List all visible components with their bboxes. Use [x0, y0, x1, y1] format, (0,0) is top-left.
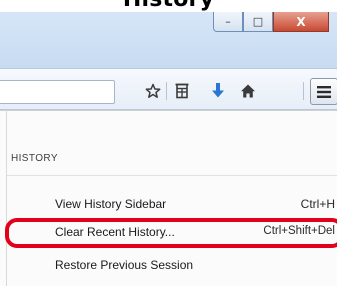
menu-item-shortcut: Ctrl+Shift+Del — [263, 225, 335, 237]
home-icon — [241, 84, 255, 98]
close-button[interactable]: X — [273, 12, 329, 32]
window-controls: – □ X — [213, 12, 329, 32]
navigation-toolbar — [0, 68, 337, 110]
close-icon: X — [296, 14, 306, 29]
downloads-button[interactable] — [206, 79, 230, 103]
minimize-button[interactable]: – — [213, 12, 243, 32]
minimize-icon: – — [225, 15, 231, 28]
history-panel: HISTORY View History Sidebar Ctrl+H Clea… — [0, 110, 337, 286]
star-icon — [145, 83, 161, 98]
restore-previous-session-item[interactable]: Restore Previous Session — [6, 252, 337, 278]
panel-title: HISTORY — [11, 153, 58, 164]
toolbar-separator — [166, 82, 167, 100]
download-arrow-icon — [212, 83, 224, 98]
top-strip: History — [0, 0, 337, 12]
menu-item-label: Clear Recent History... — [55, 225, 175, 239]
home-button[interactable] — [236, 79, 260, 103]
open-menu-button[interactable] — [310, 78, 337, 105]
view-history-sidebar-item[interactable]: View History Sidebar Ctrl+H — [6, 191, 337, 217]
menu-item-label: Restore Previous Session — [55, 258, 194, 272]
divider — [6, 175, 337, 176]
hamburger-menu-icon — [317, 85, 331, 98]
maximize-icon: □ — [252, 15, 264, 28]
reading-list-button[interactable] — [170, 79, 194, 103]
menu-item-label: View History Sidebar — [55, 197, 167, 211]
maximize-button[interactable]: □ — [243, 12, 273, 32]
reading-list-icon — [175, 83, 189, 99]
bookmark-star-button[interactable] — [141, 79, 165, 103]
search-input[interactable] — [0, 80, 115, 104]
clear-recent-history-item[interactable]: Clear Recent History... Ctrl+Shift+Del — [6, 219, 337, 245]
toolbar-separator — [303, 82, 304, 100]
menu-item-shortcut: Ctrl+H — [300, 197, 335, 211]
window-titlebar: – □ X — [0, 12, 337, 68]
history-heading: History — [0, 0, 337, 11]
panel-left-edge — [6, 110, 7, 286]
